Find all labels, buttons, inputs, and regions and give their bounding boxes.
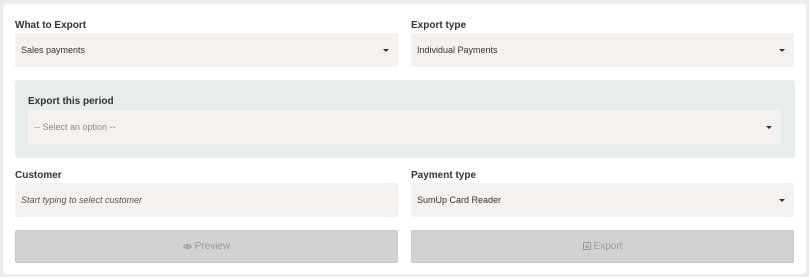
export-type-value: Individual Payments bbox=[417, 45, 498, 55]
what-to-export-value: Sales payments bbox=[21, 45, 86, 55]
customer-label: Customer bbox=[15, 170, 62, 181]
export-icon bbox=[582, 242, 591, 251]
payment-type-label: Payment type bbox=[411, 170, 477, 181]
period-select[interactable]: -- Select an option -- bbox=[28, 110, 781, 144]
export-button[interactable]: Export bbox=[411, 230, 794, 263]
payment-type-select[interactable]: SumUp Card Reader bbox=[411, 183, 794, 217]
payment-type-value: SumUp Card Reader bbox=[417, 195, 502, 205]
customer-placeholder: Start typing to select customer bbox=[21, 195, 143, 205]
export-type-select[interactable]: Individual Payments bbox=[411, 33, 794, 67]
chevron-down-icon bbox=[779, 49, 785, 52]
what-to-export-select[interactable]: Sales payments bbox=[15, 33, 398, 67]
preview-button-label: Preview bbox=[194, 241, 231, 252]
period-section: Export this period -- Select an option -… bbox=[15, 80, 795, 158]
eye-icon bbox=[182, 243, 192, 250]
what-to-export-label: What to Export bbox=[15, 20, 87, 31]
chevron-down-icon bbox=[766, 126, 772, 129]
export-button-label: Export bbox=[593, 241, 623, 252]
export-form-card: What to Export Sales payments Export typ… bbox=[3, 4, 806, 274]
preview-button[interactable]: Preview bbox=[15, 230, 398, 263]
period-placeholder: -- Select an option -- bbox=[34, 122, 116, 132]
chevron-down-icon bbox=[779, 199, 785, 202]
export-type-label: Export type bbox=[411, 20, 467, 31]
chevron-down-icon bbox=[383, 49, 389, 52]
customer-input[interactable]: Start typing to select customer bbox=[15, 183, 398, 217]
period-label: Export this period bbox=[28, 96, 114, 107]
